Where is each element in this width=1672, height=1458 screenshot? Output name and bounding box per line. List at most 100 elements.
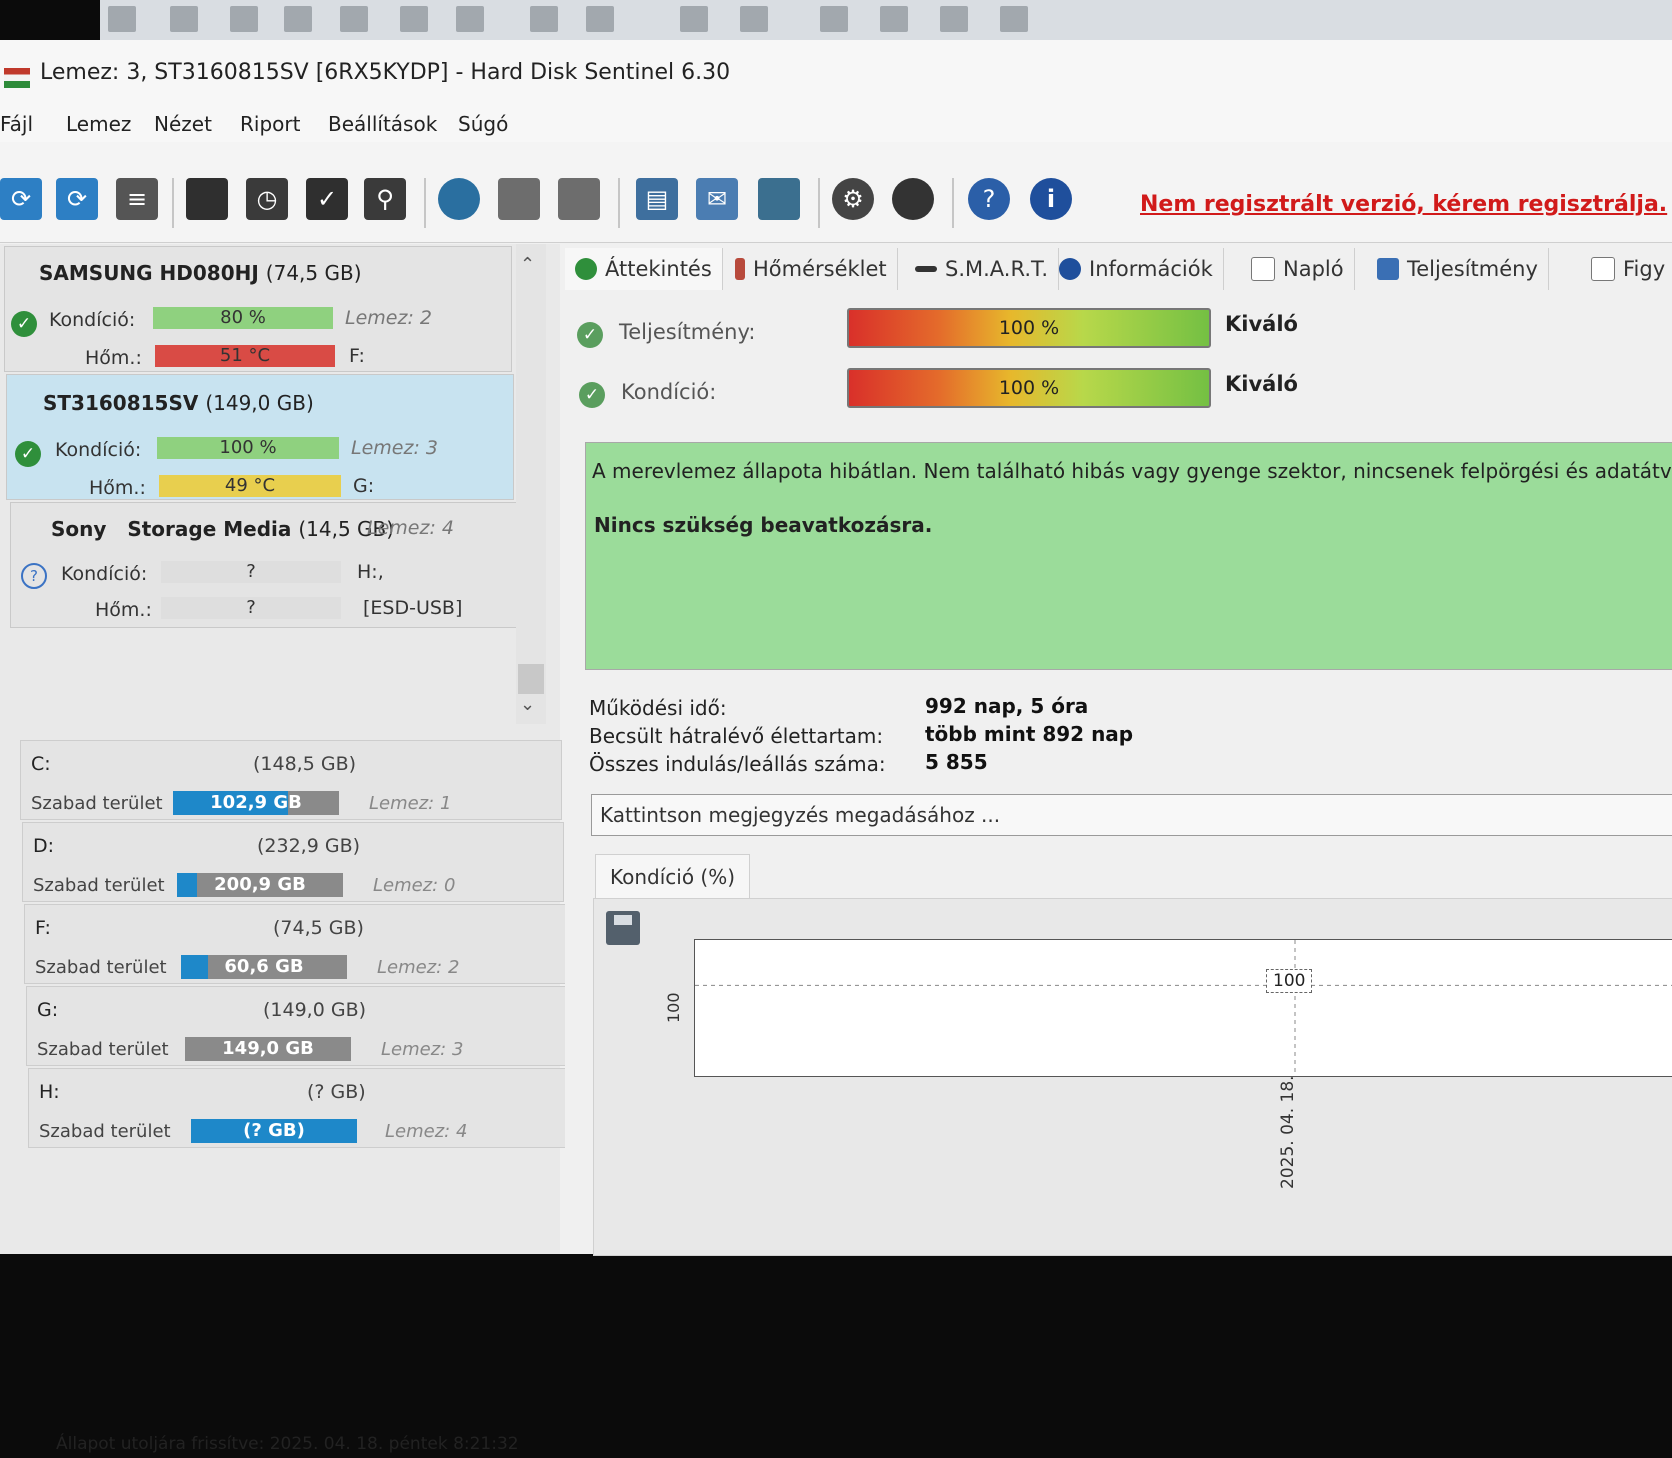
taskbar-app-icon[interactable] — [530, 6, 558, 32]
volume-size: (148,5 GB) — [253, 753, 357, 775]
tab-monitor[interactable]: Figy — [1581, 248, 1672, 290]
chevron-up-icon[interactable]: ⌃ — [520, 254, 535, 275]
globe-icon[interactable] — [438, 178, 480, 220]
window-title: Lemez: 3, ST3160815SV [6RX5KYDP] - Hard … — [40, 60, 731, 85]
volume-letter: F: — [35, 917, 51, 939]
menu-help[interactable]: Súgó — [458, 112, 508, 136]
disk-clock-icon[interactable]: ◷ — [246, 178, 288, 220]
start-stop-value: 5 855 — [925, 750, 988, 774]
tab-temperature[interactable]: Hőmérséklet — [725, 248, 898, 290]
menu-view[interactable]: Nézet — [154, 112, 212, 136]
free-space-bar: 60,6 GB — [181, 955, 347, 979]
taskbar-app-icon[interactable] — [284, 6, 312, 32]
volume-item[interactable]: G: (149,0 GB) Szabad terület 149,0 GB Le… — [26, 986, 568, 1066]
tab-information[interactable]: Információk — [1049, 248, 1224, 290]
volume-disk: Lemez: 2 — [377, 957, 460, 978]
menu-file[interactable]: Fájl — [0, 112, 33, 136]
disk-card-st3160815sv[interactable]: ST3160815SV (149,0 GB) ✓ Kondíció: 100 %… — [6, 374, 514, 500]
remaining-life-value: több mint 892 nap — [925, 722, 1134, 746]
tab-performance[interactable]: Teljesítmény — [1367, 248, 1549, 290]
network-drive-icon[interactable] — [498, 178, 540, 220]
disk-number: Lemez: 4 — [367, 517, 454, 539]
disk-icon[interactable] — [186, 178, 228, 220]
condition-label: Kondíció: — [55, 439, 142, 461]
title-bar: Lemez: 3, ST3160815SV [6RX5KYDP] - Hard … — [0, 40, 1672, 100]
volume-item[interactable]: H: (? GB) Szabad terület (? GB) Lemez: 4 — [28, 1068, 570, 1148]
taskbar-app-icon[interactable] — [230, 6, 258, 32]
speaker-icon[interactable] — [892, 178, 934, 220]
condition-bar: 80 % — [153, 307, 333, 329]
refresh-icon[interactable]: ⟳ — [0, 178, 42, 220]
info-icon[interactable]: i — [1030, 178, 1072, 220]
toolbar: ⟳ ⟳ ≡ ◷ ✓ ⚲ ▤ ✉ ⚙ ? i Nem regisztrált ve… — [0, 142, 1672, 243]
volume-disk: Lemez: 0 — [373, 875, 456, 896]
taskbar-app-icon[interactable] — [1000, 6, 1028, 32]
disk-card-sony[interactable]: Sony Storage Media (14,5 GB) Lemez: 4 ? … — [10, 502, 518, 628]
disk-list-icon[interactable]: ≡ — [116, 178, 158, 220]
volume-item[interactable]: D: (232,9 GB) Szabad terület 200,9 GB Le… — [22, 822, 564, 902]
taskbar-app-icon[interactable] — [340, 6, 368, 32]
checkmark-icon — [575, 258, 597, 280]
taskbar-strip — [100, 0, 1672, 40]
taskbar-app-icon[interactable] — [170, 6, 198, 32]
volume-size: (74,5 GB) — [273, 917, 364, 939]
disk-check-icon[interactable]: ✓ — [306, 178, 348, 220]
recommended-action: Nincs szükség beavatkozásra. — [594, 513, 933, 537]
menu-disk[interactable]: Lemez — [66, 112, 131, 136]
free-space-label: Szabad terület — [33, 875, 165, 896]
checkmark-icon: ✓ — [579, 382, 605, 408]
volume-item[interactable]: F: (74,5 GB) Szabad terület 60,6 GB Leme… — [24, 904, 566, 984]
menu-settings[interactable]: Beállítások — [328, 112, 437, 136]
chart-area: 100 2025. 04. 18. 100 — [593, 898, 1672, 1256]
taskbar-app-icon[interactable] — [680, 6, 708, 32]
disk-number: Lemez: 3 — [351, 437, 438, 459]
note-field[interactable]: Kattintson megjegyzés megadásához ... — [591, 794, 1672, 836]
taskbar-app-icon[interactable] — [400, 6, 428, 32]
info-icon — [1059, 258, 1081, 280]
tab-log[interactable]: Napló — [1241, 248, 1355, 290]
taskbar-app-icon[interactable] — [820, 6, 848, 32]
chevron-down-icon[interactable]: ⌄ — [520, 694, 535, 715]
free-space-label: Szabad terület — [39, 1121, 171, 1142]
volume-size: (232,9 GB) — [257, 835, 361, 857]
notepad-icon[interactable]: ▤ — [636, 178, 678, 220]
menu-bar: Fájl Lemez Nézet Riport Beállítások Súgó — [0, 100, 1672, 142]
save-icon[interactable] — [606, 911, 640, 945]
condition-label: Kondíció: — [621, 380, 717, 404]
taskbar-app-icon[interactable] — [108, 6, 136, 32]
disk-number: Lemez: 2 — [345, 307, 432, 329]
scrollbar-thumb[interactable] — [518, 664, 544, 694]
volume-size: (149,0 GB) — [263, 999, 367, 1021]
volume-item[interactable]: C: (148,5 GB) Szabad terület 102,9 GB Le… — [20, 740, 562, 820]
refresh-all-icon[interactable]: ⟳ — [56, 178, 98, 220]
register-link[interactable]: Nem regisztrált verzió, kérem regisztrál… — [1140, 192, 1667, 217]
chart-tab-condition[interactable]: Kondíció (%) — [595, 854, 751, 899]
usb-drive-icon[interactable] — [558, 178, 600, 220]
start-stop-label: Összes indulás/leállás száma: — [589, 752, 886, 776]
free-space-bar: 200,9 GB — [177, 873, 343, 897]
condition-rating: Kiváló — [1225, 372, 1298, 396]
document-icon — [1251, 257, 1275, 281]
right-panel: Áttekintés Hőmérséklet S.M.A.R.T. Inform… — [565, 244, 1672, 1256]
gear-icon[interactable]: ⚙ — [832, 178, 874, 220]
volume-letter: H: — [39, 1081, 60, 1103]
network-icon[interactable] — [758, 178, 800, 220]
disk-search-icon[interactable]: ⚲ — [364, 178, 406, 220]
taskbar-app-icon[interactable] — [940, 6, 968, 32]
disk-list-scrollbar[interactable]: ⌃ ⌄ — [516, 244, 546, 724]
taskbar-app-icon[interactable] — [740, 6, 768, 32]
health-status-text: A merevlemez állapota hibátlan. Nem talá… — [592, 459, 1672, 483]
tab-overview[interactable]: Áttekintés — [565, 248, 723, 290]
status-bar: Állapot utoljára frissítve: 2025. 04. 18… — [56, 1434, 519, 1454]
mail-icon[interactable]: ✉ — [696, 178, 738, 220]
disk-name: ST3160815SV (149,0 GB) — [43, 391, 314, 415]
taskbar-app-icon[interactable] — [880, 6, 908, 32]
disk-card-samsung[interactable]: SAMSUNG HD080HJ (74,5 GB) ✓ Kondíció: 80… — [4, 246, 512, 372]
taskbar-app-icon[interactable] — [586, 6, 614, 32]
help-icon[interactable]: ? — [968, 178, 1010, 220]
menu-report[interactable]: Riport — [240, 112, 300, 136]
tab-smart[interactable]: S.M.A.R.T. — [905, 248, 1060, 290]
free-space-label: Szabad terület — [31, 793, 163, 814]
free-space-label: Szabad terület — [37, 1039, 169, 1060]
taskbar-app-icon[interactable] — [456, 6, 484, 32]
